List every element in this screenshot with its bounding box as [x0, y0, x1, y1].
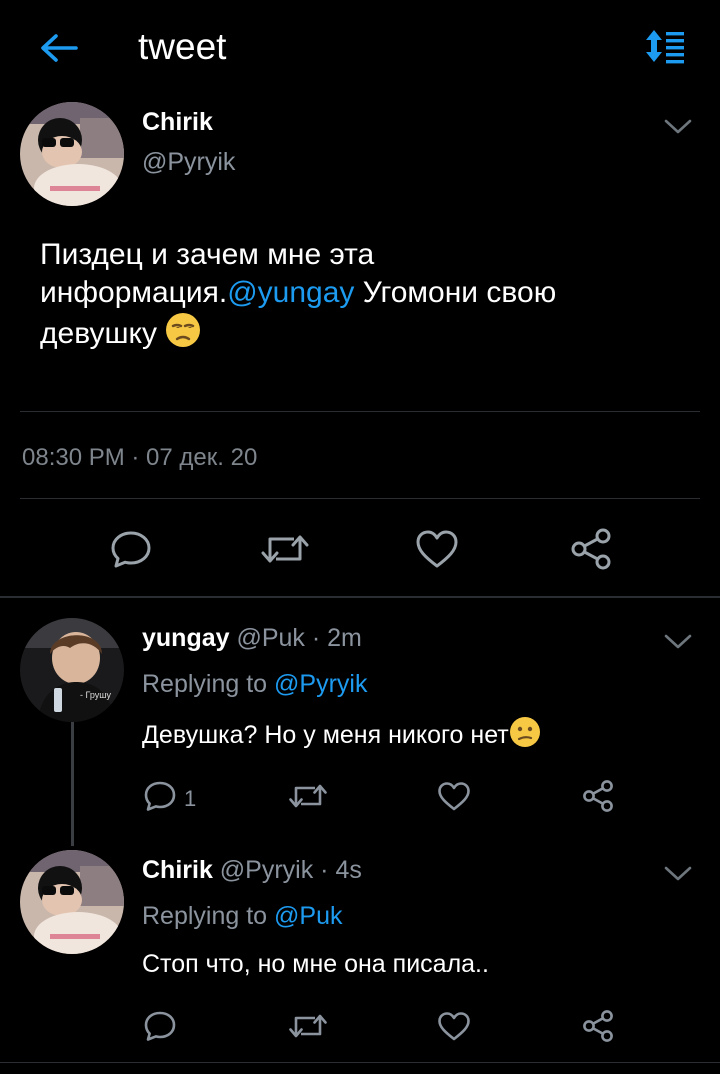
confused-face-emoji [509, 716, 541, 755]
tweet-options-button[interactable] [658, 859, 698, 889]
avatar[interactable] [20, 850, 124, 954]
share-button[interactable] [566, 524, 616, 574]
tweet-text: Пиздец и зачем мне эта информация.@yunga… [40, 236, 660, 358]
chevron-down-icon [664, 866, 692, 881]
reply-icon [144, 1011, 176, 1041]
reply-text-content: Девушка? Но у меня никого нет [142, 721, 509, 749]
sort-icon [646, 30, 684, 64]
replying-to-label: Replying to [142, 902, 275, 930]
unamused-face-emoji [165, 312, 201, 358]
share-button[interactable] [578, 776, 618, 816]
reply-icon [144, 781, 176, 811]
reply-count: 1 [184, 786, 197, 811]
reply-handle-time: @Pyryik · 4s [212, 856, 362, 884]
page-title: tweet [138, 26, 227, 67]
divider [0, 1062, 720, 1063]
top-bar: tweet [0, 0, 720, 96]
heart-icon [438, 782, 470, 811]
svg-text:- Грушу: - Грушу [80, 690, 111, 700]
replying-to: Replying to @Puk [142, 902, 343, 931]
reply-button[interactable] [106, 524, 156, 574]
reply-text-content: Стоп что, но мне она писала.. [142, 950, 489, 978]
retweet-button[interactable] [286, 776, 330, 816]
divider [20, 498, 700, 499]
replying-to-handle[interactable]: @Pyryik [274, 670, 367, 698]
reply-button[interactable] [140, 1006, 180, 1046]
divider [20, 411, 700, 412]
chevron-down-icon [664, 634, 692, 649]
back-button[interactable] [36, 26, 80, 70]
tweet-options-button[interactable] [658, 627, 698, 657]
sort-button[interactable] [640, 24, 690, 68]
mention-link[interactable]: @yungay [227, 276, 354, 309]
reply-display-name[interactable]: yungay [142, 624, 230, 652]
share-button[interactable] [578, 1006, 618, 1046]
retweet-button[interactable] [258, 524, 312, 574]
tweet-options-button[interactable] [658, 112, 698, 142]
replying-to: Replying to @Pyryik [142, 670, 367, 699]
author-handle[interactable]: @Pyryik [142, 148, 235, 177]
tweet-timestamp: 08:30 PM · 07 дек. 20 [22, 444, 258, 471]
reply-button[interactable] [140, 776, 180, 816]
reply-icon [111, 531, 151, 568]
retweet-icon [289, 784, 327, 808]
share-icon [583, 780, 613, 812]
reply-display-name[interactable]: Chirik [142, 856, 213, 884]
reply-text: Девушка? Но у меня никого нет [142, 716, 541, 755]
retweet-button[interactable] [286, 1006, 330, 1046]
retweet-icon [289, 1014, 327, 1038]
heart-icon [438, 1012, 470, 1041]
reply-text: Стоп что, но мне она писала.. [142, 950, 489, 979]
share-icon [583, 1010, 613, 1042]
author-display-name[interactable]: Chirik [142, 108, 213, 137]
divider [0, 596, 720, 598]
replying-to-handle[interactable]: @Puk [274, 902, 342, 930]
thread-line [71, 722, 74, 846]
avatar[interactable] [20, 102, 124, 206]
like-button[interactable] [434, 1006, 474, 1046]
like-button[interactable] [434, 776, 474, 816]
reply-author-line: Chirik @Pyryik · 4s [142, 856, 362, 885]
arrow-left-icon [41, 34, 78, 62]
like-button[interactable] [412, 524, 462, 574]
avatar[interactable]: - Грушу [20, 618, 124, 722]
reply-handle-time: @Puk · 2m [229, 624, 362, 652]
retweet-icon [261, 535, 309, 563]
chevron-down-icon [664, 119, 692, 134]
replying-to-label: Replying to [142, 670, 275, 698]
reply-author-line: yungay @Puk · 2m [142, 624, 362, 653]
share-icon [571, 528, 611, 570]
heart-icon [416, 530, 458, 568]
